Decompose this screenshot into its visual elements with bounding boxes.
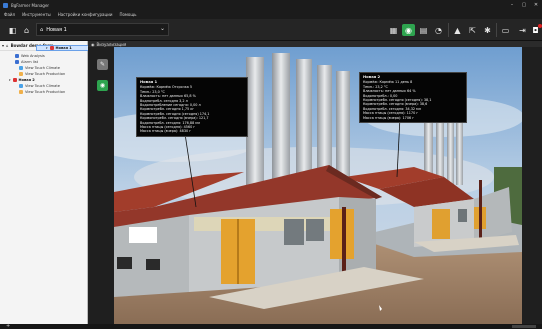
info-line: Масса птицы (вчера): 1706 г [363, 115, 415, 120]
climate-icon [19, 84, 23, 88]
panel-toggle-icon[interactable]: ◧ [6, 24, 19, 36]
menu-tools[interactable]: Инструменты [22, 12, 51, 17]
menu-bar: Файл Инструменты Настройки конфигурации … [0, 10, 542, 19]
house-selector[interactable]: ⌂ Новая 1 ⌄ [36, 23, 169, 36]
collapse-icon: ▾ [46, 46, 48, 50]
tree-item-label: View Touch Climate [25, 84, 60, 88]
house-icon [49, 46, 54, 50]
maximize-button[interactable]: ▢ [518, 2, 530, 8]
production-icon [19, 90, 23, 94]
notification-icon[interactable]: ◘ [529, 24, 542, 36]
tree-item-label: View Touch Production [25, 90, 66, 94]
settings-icon[interactable]: ✱ [481, 24, 494, 36]
tree-item-label: View Touch Production [25, 72, 66, 76]
tree-item-label: Web Analysis [21, 54, 45, 58]
house-1-title: Новая 1 [140, 79, 158, 84]
collapse-icon: ▾ [2, 43, 5, 48]
house-2-title: Новая 2 [363, 74, 381, 79]
production-icon [19, 72, 23, 76]
grid-small-icon[interactable]: ▤ [417, 24, 430, 36]
close-button[interactable]: ✕ [530, 2, 542, 8]
eye-icon[interactable]: ◉ [97, 80, 108, 91]
alarm-icon[interactable]: ▲ [451, 24, 464, 36]
house-icon: ⌂ [40, 26, 44, 33]
visualization-icon[interactable]: ◉ [402, 24, 415, 36]
status-bar: + [0, 323, 542, 329]
clock-icon[interactable]: ◔ [432, 24, 445, 36]
tree-list: Web Analysis Alarm list ▾ Новая 1 View T… [0, 45, 169, 95]
chart-icon [15, 54, 19, 58]
edit-icon[interactable]: ✎ [97, 59, 108, 70]
status-indicator [512, 325, 536, 328]
menu-file[interactable]: Файл [4, 12, 15, 17]
tree-item-label: Alarm list [21, 60, 38, 64]
menu-config-settings[interactable]: Настройки конфигурации [58, 12, 113, 17]
info-line: Масса птицы (вчера): 4830 г [140, 129, 192, 134]
right-scroll-area[interactable] [522, 47, 542, 324]
farm-icon: ⌂ [6, 43, 9, 48]
tree-item-label: Новая 2 [18, 78, 35, 82]
add-icon[interactable]: + [6, 323, 10, 329]
app-logo-icon [3, 2, 8, 8]
collapse-icon: ▾ [9, 78, 11, 82]
export-icon[interactable]: ⇱ [466, 24, 479, 36]
window-title: BgFarmer Manager [11, 2, 50, 8]
farm-icon[interactable]: ⌂ [20, 24, 33, 36]
toolbar-divider [496, 23, 497, 37]
house-selector-value: Новая 1 [46, 26, 67, 33]
house-icon [12, 78, 17, 82]
toolbar: ◧ ⌂ ⌂ Новая 1 ⌄ ▦ ◉ ▤ ◔ ▲ ⇱ ✱ ▭ ⇥ ◘ [0, 19, 542, 41]
farm-tree-panel: ▾ ⌂ Bowdar demo farm Web Analysis Alarm … [0, 41, 169, 324]
chevron-down-icon: ⌄ [159, 25, 165, 32]
logout-icon[interactable]: ⇥ [516, 24, 529, 36]
list-icon [15, 60, 19, 64]
climate-icon [19, 66, 23, 70]
tree-item-label: View Touch Climate [25, 66, 60, 70]
title-bar: BgFarmer Manager – ▢ ✕ [0, 0, 542, 10]
house-2-info-label[interactable]: Новая 2 Кормёж: Кормёж 11 день 8 Темп.: … [359, 72, 467, 124]
farm-visualization: Новая 1 Кормёж: Кормёж Отсрочка 5 Темп.:… [114, 47, 522, 324]
menu-help[interactable]: Помощь [119, 12, 136, 17]
tree-item-production-2[interactable]: View Touch Production [0, 89, 87, 95]
folder-icon[interactable]: ▭ [499, 24, 512, 36]
minimize-button[interactable]: – [506, 2, 518, 8]
view-tools-strip: ✎ ◉ [88, 47, 114, 324]
grid-large-icon[interactable]: ▦ [387, 24, 400, 36]
toolbar-divider [448, 23, 449, 37]
house-1-info-label[interactable]: Новая 1 Кормёж: Кормёж Отсрочка 5 Темп.:… [136, 77, 248, 137]
tree-item-label: Новая 1 [55, 46, 72, 50]
